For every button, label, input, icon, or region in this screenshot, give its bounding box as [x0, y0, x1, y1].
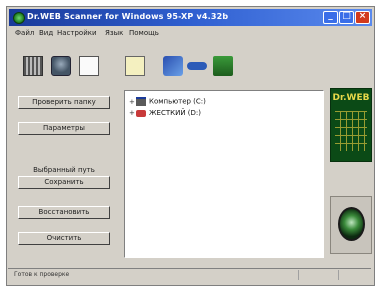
drweb-app-icon[interactable] [13, 12, 25, 24]
drweb-logo: Dr.WEB [330, 88, 372, 162]
edit-icon[interactable] [125, 56, 145, 76]
circuit-pattern [335, 111, 367, 151]
tree-item-label: ЖЕСТКИЙ (D:) [149, 109, 202, 117]
link-icon[interactable] [187, 62, 207, 70]
hard-drive-icon [136, 97, 146, 106]
tree-item[interactable]: + Компьютер (C:) [129, 97, 206, 107]
toolbar [9, 42, 372, 82]
window-title: Dr.WEB Scanner for Windows 95-XP v4.32b [27, 12, 229, 21]
selected-path-label: Выбранный путь [33, 166, 95, 174]
menu-help[interactable]: Помощь [129, 29, 159, 37]
menu-language[interactable]: Язык [105, 29, 123, 37]
spider-logo [330, 196, 372, 254]
close-button[interactable]: × [355, 11, 370, 24]
connect-icon[interactable] [163, 56, 183, 76]
log-icon[interactable] [23, 56, 43, 76]
cdrom-icon [136, 109, 146, 117]
menu-settings[interactable]: Настройки [57, 29, 97, 37]
status-separator [298, 270, 299, 280]
menu-file[interactable]: Файл [15, 29, 34, 37]
new-document-icon[interactable] [79, 56, 99, 76]
clear-button[interactable]: Очистить [18, 232, 110, 245]
title-bar[interactable]: Dr.WEB Scanner for Windows 95-XP v4.32b … [9, 9, 372, 26]
drive-tree[interactable]: + Компьютер (C:) + ЖЕСТКИЙ (D:) [124, 90, 324, 258]
close-icon: × [358, 11, 367, 21]
update-icon[interactable] [213, 56, 233, 76]
save-button[interactable]: Сохранить [18, 176, 110, 189]
menu-bar: Файл Вид Настройки Язык Помощь [9, 28, 372, 40]
tree-item-label: Компьютер (C:) [149, 97, 206, 106]
maximize-button[interactable]: □ [339, 11, 354, 24]
status-text: Готов к проверке [14, 271, 70, 278]
spider-icon [338, 207, 365, 241]
tree-item[interactable]: + ЖЕСТКИЙ (D:) [129, 109, 201, 119]
scan-icon[interactable] [51, 56, 71, 76]
minimize-icon: _ [328, 11, 333, 21]
scan-folder-button[interactable]: Проверить папку [18, 96, 110, 109]
status-bar: Готов к проверке [8, 268, 371, 281]
expand-icon[interactable]: + [129, 109, 136, 117]
settings-button[interactable]: Параметры [18, 122, 110, 135]
menu-view[interactable]: Вид [39, 29, 53, 37]
maximize-icon: □ [342, 11, 351, 21]
action-panel: Проверить папку Параметры Выбранный путь… [12, 88, 116, 256]
minimize-button[interactable]: _ [323, 11, 338, 24]
expand-icon[interactable]: + [129, 98, 136, 106]
brand-text: Dr.WEB [332, 93, 370, 103]
restore-button[interactable]: Восстановить [18, 206, 110, 219]
status-separator [338, 270, 339, 280]
